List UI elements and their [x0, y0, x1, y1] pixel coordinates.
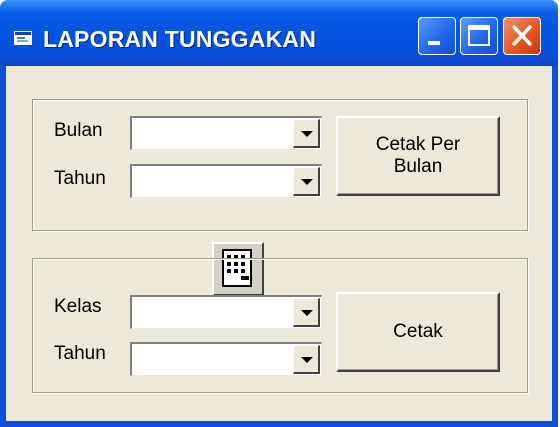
chevron-down-icon[interactable]	[293, 298, 320, 327]
tahun-dropdown[interactable]	[130, 164, 322, 198]
minimize-button[interactable]	[418, 17, 456, 55]
form-icon	[14, 31, 32, 45]
kelas-dropdown[interactable]	[130, 295, 322, 329]
kelas-label: Kelas	[54, 296, 102, 317]
chevron-down-icon[interactable]	[293, 345, 320, 374]
bulan-dropdown[interactable]	[130, 116, 322, 150]
tahun-dropdown-2[interactable]	[130, 342, 322, 376]
minimize-icon	[428, 41, 440, 45]
chevron-down-icon[interactable]	[293, 167, 320, 196]
close-icon	[512, 25, 532, 46]
cetak-button[interactable]: Cetak	[336, 292, 500, 372]
window-title: LAPORAN TUNGGAKAN	[43, 26, 316, 52]
tahun-label-2: Tahun	[54, 343, 106, 364]
chevron-down-icon[interactable]	[293, 119, 320, 148]
title-bar[interactable]: LAPORAN TUNGGAKAN	[0, 0, 558, 66]
maximize-button[interactable]	[460, 17, 498, 55]
bulan-label: Bulan	[54, 120, 103, 141]
tahun-label: Tahun	[54, 168, 106, 189]
close-button[interactable]	[503, 17, 541, 55]
cetak-per-bulan-button[interactable]: Cetak Per Bulan	[336, 116, 500, 196]
maximize-icon	[468, 25, 490, 46]
